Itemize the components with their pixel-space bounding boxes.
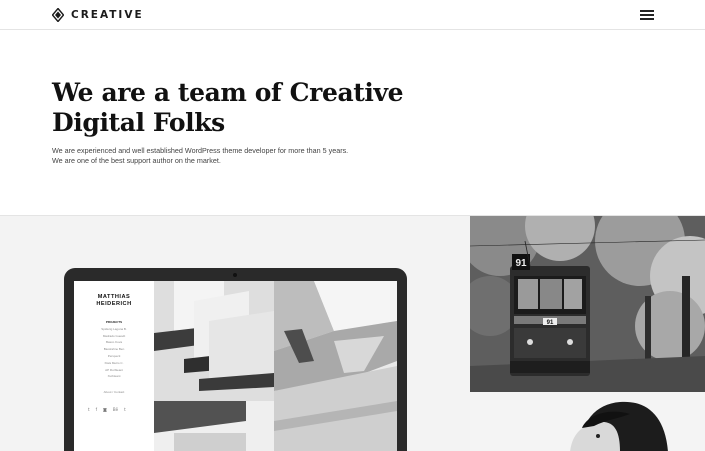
hero-description-line-2: We are one of the best support author on… — [52, 156, 221, 165]
mockup-menu-item: Klais Metro C. — [104, 360, 124, 365]
behance-icon: Bē — [112, 407, 119, 412]
mockup-menu-item: Madrado Guesdt — [102, 333, 126, 338]
mockup-menu-item: PROJECTS — [105, 320, 123, 324]
mockup-site-sidebar: MATTHIAS HEIDERICH PROJECTS Spiderig Lag… — [74, 281, 154, 451]
tram-number-plate: 91 — [547, 320, 554, 326]
mockup-architecture-photo-1 — [154, 281, 274, 451]
diamond-logo-icon — [52, 8, 64, 22]
mockup-menu-item: Perspecti — [107, 353, 121, 358]
mockup-site-name-line-1: MATTHIAS — [97, 294, 131, 300]
hero-description: We are experienced and well established … — [52, 146, 382, 166]
mockup-architecture-photo-2 — [274, 281, 397, 451]
mockup-menu-item: AP Rurbleant — [105, 367, 123, 372]
tram-route-sign: 91 — [515, 258, 527, 269]
mockup-menu-item: Xurbleant — [107, 374, 121, 379]
mockup-menu-item: Biestrahne Ben — [103, 347, 125, 352]
instagram-icon: ◙ — [103, 407, 107, 412]
brand-logo[interactable]: CREATIVE — [52, 7, 144, 23]
hamburger-menu-icon[interactable] — [640, 10, 654, 20]
mockup-menu-item: Spiderig Laguna B. — [101, 326, 127, 331]
portfolio-gallery: MATTHIAS HEIDERICH PROJECTS Spiderig Lag… — [0, 215, 705, 451]
hero-title-line-2: Digital Folks — [52, 108, 225, 137]
site-header: CREATIVE — [0, 0, 705, 30]
hero-title: We are a team of Creative Digital Folks — [52, 78, 412, 138]
mockup-site-name-line-2: HEIDERICH — [96, 300, 132, 307]
laptop-mockup-tile[interactable]: MATTHIAS HEIDERICH PROJECTS Spiderig Lag… — [0, 216, 470, 451]
tumblr-icon: t — [124, 407, 126, 412]
twitter-icon: t — [88, 407, 90, 412]
laptop-screen: MATTHIAS HEIDERICH PROJECTS Spiderig Lag… — [74, 281, 397, 451]
laptop-camera — [233, 273, 237, 277]
brand-name: CREATIVE — [71, 9, 144, 21]
portrait-photo-tile[interactable] — [470, 392, 705, 451]
mockup-site-menu: PROJECTS Spiderig Laguna B. Madrado Gues… — [74, 319, 154, 380]
mockup-social-icons: t f ◙ Bē t — [88, 407, 126, 412]
mockup-contact-link: About / Contact — [103, 390, 125, 394]
hero-title-line-1: We are a team of Creative — [52, 78, 404, 107]
laptop-mockup: MATTHIAS HEIDERICH PROJECTS Spiderig Lag… — [64, 268, 407, 451]
facebook-icon: f — [95, 407, 97, 412]
hero-description-line-1: We are experienced and well established … — [52, 146, 349, 155]
tram-photo-tile[interactable]: 91 91 — [470, 216, 705, 392]
mockup-site-name: MATTHIAS HEIDERICH — [74, 294, 154, 307]
mockup-menu-item: Basco Kuva — [105, 340, 122, 345]
